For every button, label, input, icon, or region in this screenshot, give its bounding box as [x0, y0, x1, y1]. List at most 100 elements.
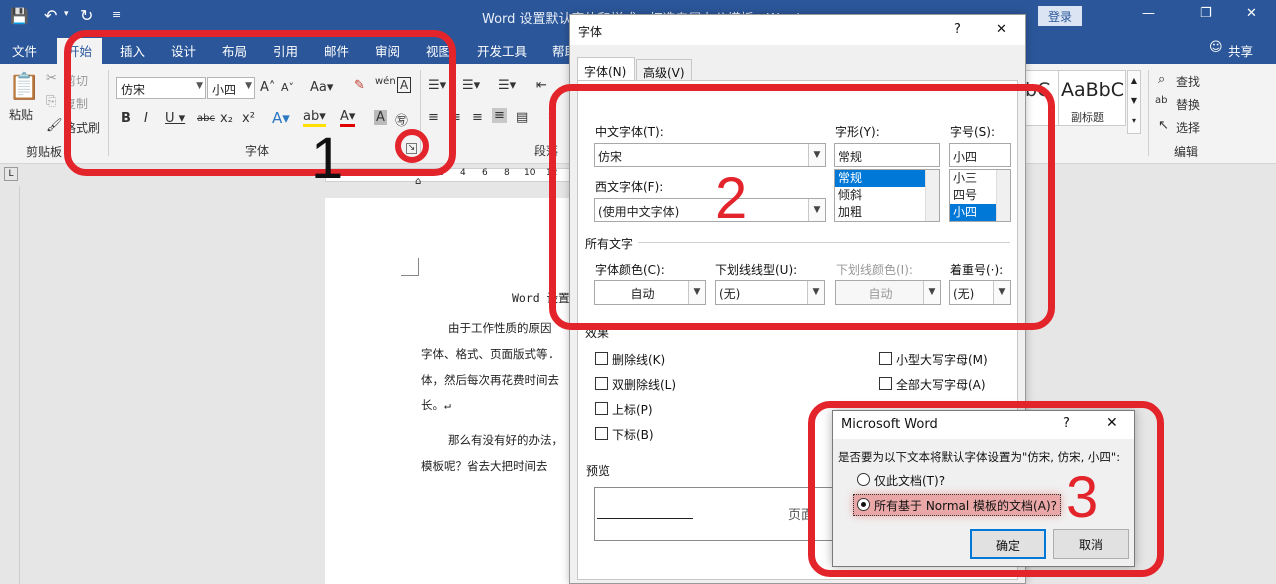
restore-icon[interactable]: ❐ [1200, 6, 1212, 21]
cancel-button[interactable]: 取消 [1053, 529, 1129, 559]
grow-font-icon[interactable]: A˄ [260, 80, 275, 95]
paste-icon[interactable]: 📋 [8, 72, 40, 102]
help-icon[interactable]: ? [1063, 416, 1070, 431]
help-icon[interactable]: ? [954, 22, 961, 37]
strikethrough-label[interactable]: 删除线(K) [612, 351, 665, 368]
align-left-icon[interactable]: ≡ [428, 110, 439, 125]
emphasis-mark-select[interactable]: (无) ▼ [949, 280, 1011, 305]
copy-icon[interactable]: ⎘ [46, 94, 56, 109]
clear-formatting-icon[interactable]: ✎ [354, 78, 365, 93]
justify-icon[interactable]: ≡ [492, 108, 507, 123]
font-style-input[interactable]: 常规 [834, 143, 940, 167]
list-item[interactable]: 倾斜 [835, 187, 939, 204]
replace-button[interactable]: 替换 [1176, 96, 1200, 113]
style-gallery-item-subtitle[interactable]: AaBbC 副标题 [1058, 70, 1126, 126]
format-painter-button[interactable]: 格式刷 [64, 119, 100, 136]
select-button[interactable]: 选择 [1176, 119, 1200, 136]
underline-color-select[interactable]: 自动 ▼ [835, 280, 941, 305]
list-item[interactable]: 常规 [835, 170, 939, 187]
shrink-font-icon[interactable]: A˅ [281, 81, 294, 94]
tab-mailings[interactable]: 邮件 [324, 41, 349, 60]
undo-dropdown-icon[interactable]: ▾ [64, 9, 69, 19]
tab-view[interactable]: 视图 [426, 41, 451, 60]
redo-icon[interactable]: ↻ [80, 6, 93, 25]
undo-icon[interactable]: ↶ [44, 6, 57, 25]
login-button[interactable]: 登录 [1038, 6, 1082, 26]
copy-button[interactable]: 复制 [64, 95, 88, 112]
chinese-font-select[interactable]: 仿宋 ▼ [594, 143, 826, 167]
share-button[interactable]: 共享 [1228, 41, 1253, 60]
paste-button[interactable]: 粘贴 [9, 106, 33, 123]
underline-style-select[interactable]: (无) ▼ [715, 280, 825, 305]
strikethrough-icon[interactable]: abc [197, 113, 215, 124]
align-right-icon[interactable]: ≡ [472, 110, 483, 125]
minimize-icon[interactable]: — [1142, 6, 1155, 21]
close-icon[interactable]: ✕ [1106, 415, 1118, 431]
subscript-icon[interactable]: x₂ [220, 111, 233, 126]
superscript-icon[interactable]: x² [242, 111, 255, 126]
underline-icon[interactable]: U ▾ [165, 111, 185, 126]
double-strikethrough-checkbox[interactable] [595, 377, 608, 390]
numbering-icon[interactable]: ☰▾ [462, 78, 480, 93]
find-icon[interactable]: ⌕ [1158, 72, 1165, 87]
tab-file[interactable]: 文件 [12, 41, 37, 60]
this-document-radio[interactable] [857, 473, 870, 486]
double-strikethrough-label[interactable]: 双删除线(L) [612, 376, 676, 393]
window-close-icon[interactable]: ✕ [1246, 6, 1257, 21]
font-style-list[interactable]: 常规 倾斜 加粗 [834, 169, 940, 222]
highlight-icon[interactable]: ab▾ [303, 109, 326, 127]
font-color-select[interactable]: 自动 ▼ [594, 280, 706, 305]
indent-marker-icon[interactable]: ⌂ [415, 176, 421, 187]
find-button[interactable]: 查找 [1176, 73, 1200, 90]
bold-icon[interactable]: B [121, 111, 131, 126]
line-spacing-icon[interactable]: ↕ [546, 110, 557, 125]
this-document-label[interactable]: 仅此文档(T)? [874, 472, 945, 489]
ok-button[interactable]: 确定 [970, 529, 1046, 559]
tab-layout[interactable]: 布局 [222, 41, 247, 60]
tab-advanced[interactable]: 高级(V) [636, 59, 692, 81]
western-font-select[interactable]: (使用中文字体) ▼ [594, 198, 826, 222]
subscript-label[interactable]: 下标(B) [612, 426, 654, 443]
subscript-checkbox[interactable] [595, 427, 608, 440]
tab-design[interactable]: 设计 [171, 41, 196, 60]
small-caps-checkbox[interactable] [879, 352, 892, 365]
tab-review[interactable]: 审阅 [375, 41, 400, 60]
style-gallery-scroll[interactable]: ▲ ▼ ▾ [1127, 70, 1141, 134]
tab-font[interactable]: 字体(N) [577, 57, 635, 81]
close-icon[interactable]: ✕ [996, 22, 1007, 37]
character-border-icon[interactable]: A [397, 77, 412, 93]
italic-icon[interactable]: I [144, 111, 148, 126]
share-icon[interactable]: ☺ [1209, 40, 1223, 55]
bullets-icon[interactable]: ☰▾ [428, 78, 446, 93]
change-case-icon[interactable]: Aa▾ [310, 80, 333, 95]
scrollbar[interactable] [996, 170, 1010, 221]
select-icon[interactable]: ↖ [1158, 118, 1169, 133]
tab-references[interactable]: 引用 [273, 41, 298, 60]
all-documents-radio[interactable] [857, 498, 870, 511]
replace-icon[interactable]: ab [1155, 95, 1167, 106]
cut-button[interactable]: 剪切 [64, 72, 88, 89]
tab-developer[interactable]: 开发工具 [477, 41, 527, 60]
align-center-icon[interactable]: ≡ [450, 110, 461, 125]
all-caps-label[interactable]: 全部大写字母(A) [896, 376, 986, 393]
distributed-icon[interactable]: ▤ [516, 110, 528, 125]
enclose-characters-icon[interactable]: ㊢ [395, 110, 408, 129]
font-size-combo[interactable]: 小四 ▼ [207, 77, 255, 99]
decrease-indent-icon[interactable]: ⇤ [536, 78, 547, 93]
all-documents-label[interactable]: 所有基于 Normal 模板的文档(A)? [874, 497, 1057, 514]
shading-icon[interactable]: A [374, 110, 387, 125]
tab-insert[interactable]: 插入 [120, 41, 145, 60]
save-icon[interactable]: 💾 [10, 7, 29, 25]
tab-home[interactable]: 开始 [57, 38, 103, 66]
tab-selector-icon[interactable]: L [4, 167, 18, 181]
font-name-combo[interactable]: 仿宋 ▼ [116, 77, 206, 99]
font-dialog-launcher-icon[interactable]: ↘ [406, 143, 417, 154]
font-size-list[interactable]: 小三 四号 小四 [949, 169, 1011, 222]
multilevel-list-icon[interactable]: ☰▾ [498, 78, 516, 93]
small-caps-label[interactable]: 小型大写字母(M) [896, 351, 988, 368]
superscript-checkbox[interactable] [595, 402, 608, 415]
format-painter-icon[interactable]: 🖌 [46, 118, 63, 133]
text-effects-icon[interactable]: A▾ [272, 109, 290, 127]
font-color-icon[interactable]: A▾ [340, 109, 356, 127]
font-size-input[interactable]: 小四 [949, 143, 1011, 167]
